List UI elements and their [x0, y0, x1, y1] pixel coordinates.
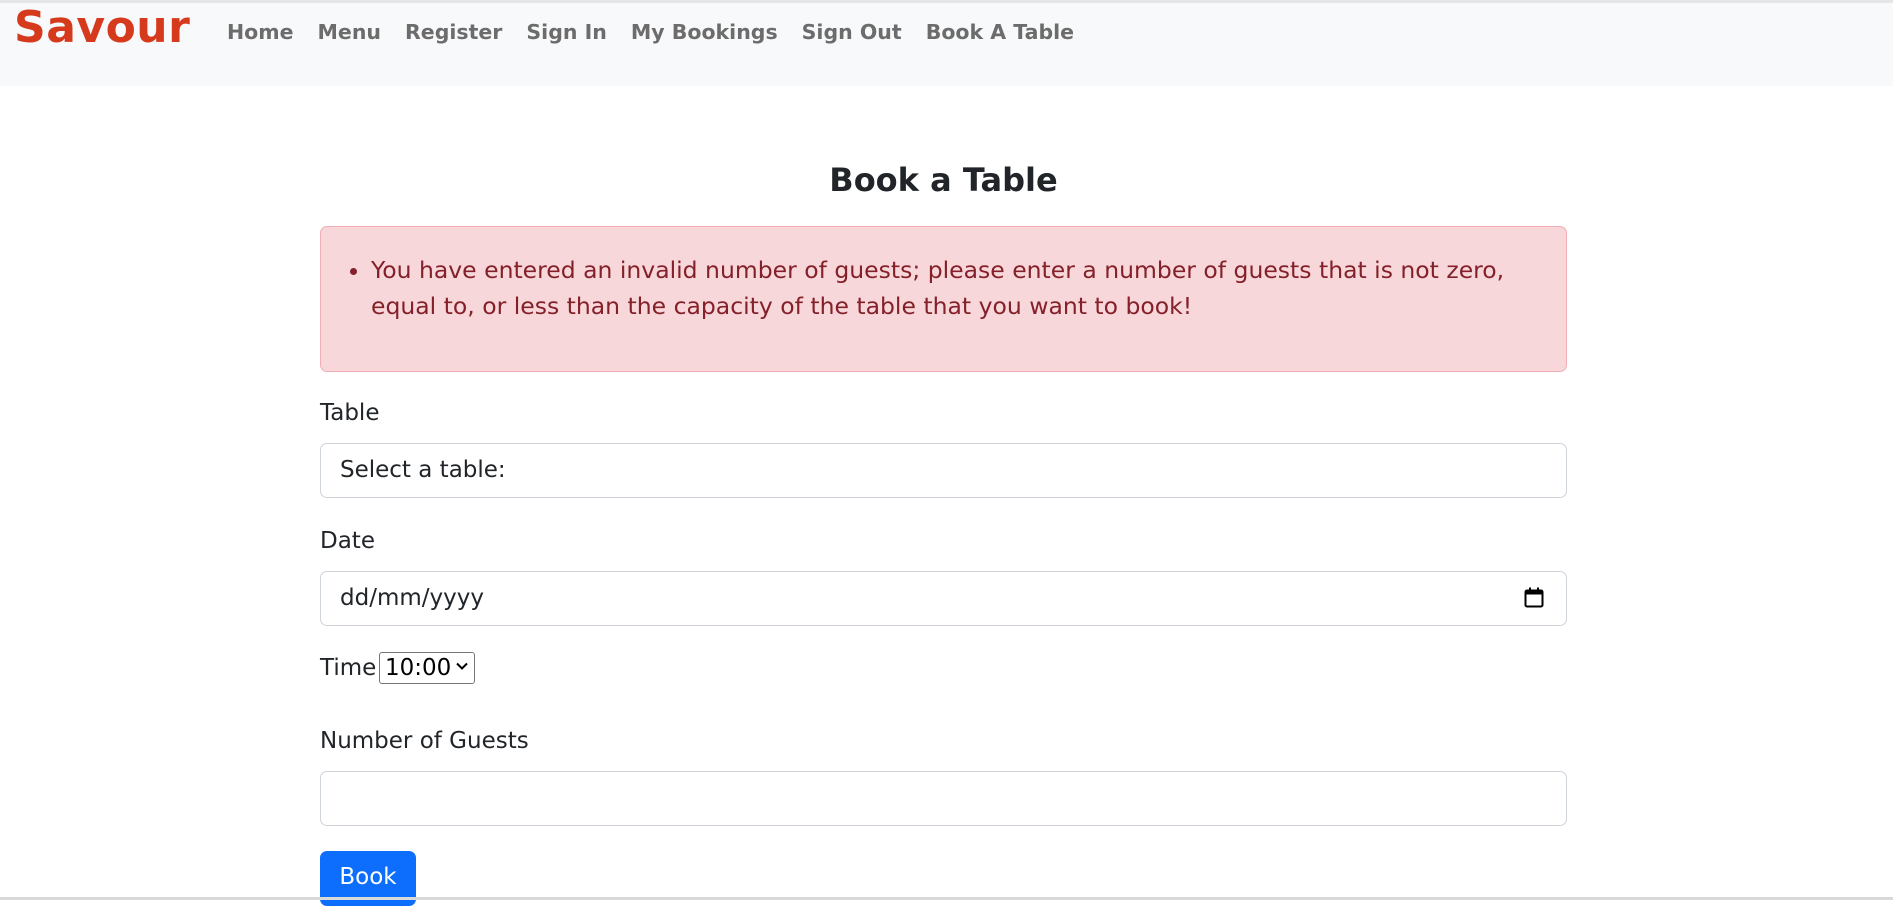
page-title: Book a Table — [829, 161, 1058, 199]
time-select[interactable]: 10:00 — [379, 652, 475, 684]
nav-link-my-bookings[interactable]: My Bookings — [631, 17, 778, 47]
time-label: Time — [320, 655, 377, 681]
date-input[interactable]: dd/mm/yyyy — [320, 571, 1567, 626]
guests-label: Number of Guests — [320, 728, 529, 754]
nav-link-home[interactable]: Home — [227, 17, 294, 47]
navbar: Savour Home Menu Register Sign In My Boo… — [0, 3, 1893, 86]
brand-logo[interactable]: Savour — [14, 3, 190, 53]
table-label: Table — [320, 400, 380, 426]
error-message: You have entered an invalid number of gu… — [371, 253, 1546, 324]
error-list: You have entered an invalid number of gu… — [371, 253, 1546, 324]
date-input-placeholder: dd/mm/yyyy — [340, 585, 484, 611]
error-alert: You have entered an invalid number of gu… — [320, 226, 1567, 372]
nav-link-sign-in[interactable]: Sign In — [526, 17, 606, 47]
guests-input[interactable] — [320, 771, 1567, 826]
chevron-down-icon — [456, 662, 468, 670]
nav-link-book-a-table[interactable]: Book A Table — [926, 17, 1074, 47]
table-select[interactable]: Select a table: — [320, 443, 1567, 498]
nav-link-menu[interactable]: Menu — [318, 17, 382, 47]
time-select-value: 10:00 — [385, 655, 452, 681]
calendar-icon[interactable] — [1524, 587, 1544, 608]
nav-link-register[interactable]: Register — [405, 17, 502, 47]
nav-link-sign-out[interactable]: Sign Out — [802, 17, 902, 47]
date-label: Date — [320, 528, 375, 554]
nav-links: Home Menu Register Sign In My Bookings S… — [227, 17, 1098, 47]
table-select-value: Select a table: — [340, 457, 506, 483]
